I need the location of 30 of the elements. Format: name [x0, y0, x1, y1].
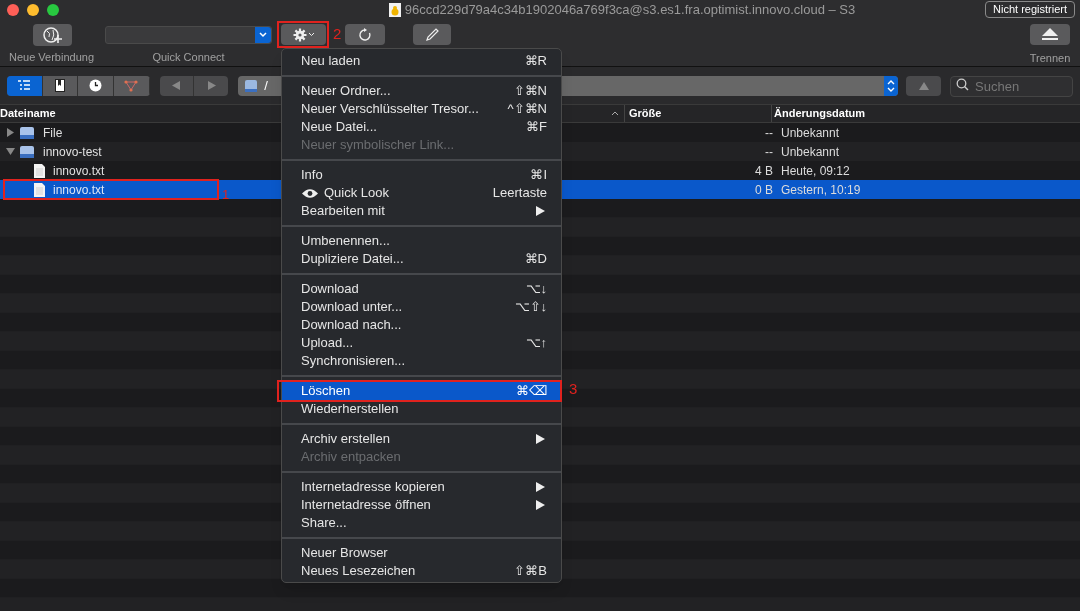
annotation-number: 1	[222, 185, 230, 204]
toolbar-label: Neue Verbindung	[9, 50, 94, 65]
shortcut-label: ^⇧⌘N	[507, 100, 547, 119]
file-date: Unbekannt	[780, 124, 840, 142]
file-name: innovo-test	[43, 143, 102, 161]
annotation-number: 3	[569, 379, 578, 399]
file-date: Gestern, 10:19	[780, 181, 861, 199]
shortcut-label: ⌥⇧↓	[514, 298, 547, 317]
toolbar-label: Trennen	[1029, 50, 1071, 66]
annotation-number: 2	[333, 24, 342, 44]
file-date: Unbekannt	[780, 143, 840, 161]
file-name: File	[43, 124, 63, 142]
shortcut-label: ⇧⌘B	[514, 562, 547, 581]
toolbar-label: Quick Connect	[152, 50, 225, 65]
shortcut-label: ⌘F	[526, 118, 547, 137]
shortcut-label: ⌘R	[524, 52, 547, 71]
shortcut-label: Leertaste	[492, 184, 547, 203]
file-name: innovo.txt	[53, 181, 105, 199]
path-label: /	[264, 76, 268, 95]
file-size: 4 B	[754, 162, 774, 180]
shortcut-label: ⌥↑	[525, 334, 547, 353]
shortcut-label: ⌘D	[524, 250, 547, 269]
file-date: Heute, 09:12	[780, 162, 850, 180]
shortcut-label: ⌘⌫	[516, 382, 547, 401]
file-name: innovo.txt	[53, 162, 105, 180]
file-size: --	[764, 124, 774, 142]
file-size: 0 B	[754, 181, 774, 199]
shortcut-label: ⌥↓	[525, 280, 547, 299]
file-size: --	[764, 143, 774, 161]
window-title: 96ccd229d79a4c34b1902046a769f3ca@s3.es1.fra.optimist.innovo.cloud – S3	[404, 1, 856, 20]
